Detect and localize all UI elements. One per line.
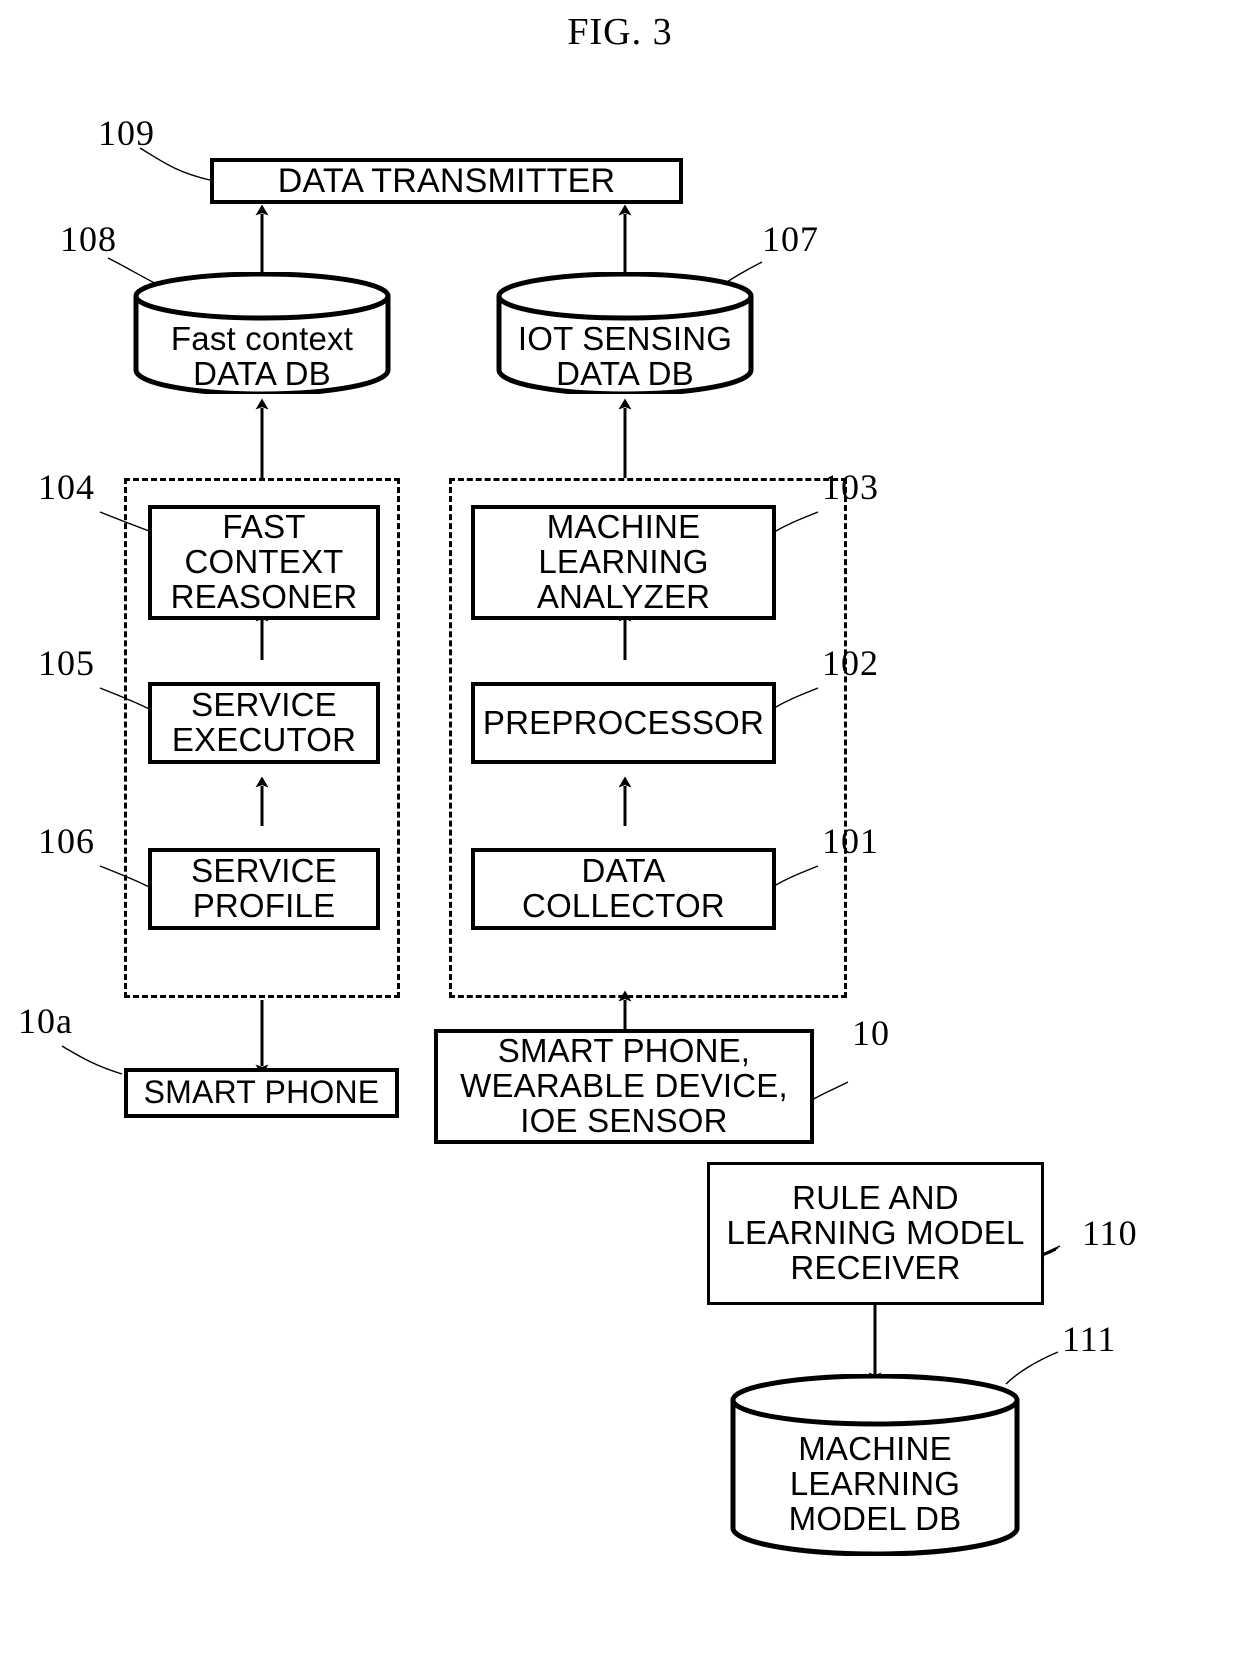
ref-103: 103 — [822, 467, 879, 507]
iot-sensing-data-db[interactable]: IOT SENSING DATA DB — [496, 272, 754, 394]
data-collector-box[interactable]: DATA COLLECTOR — [471, 848, 776, 930]
figure-title: FIG. 3 — [567, 11, 673, 53]
ref-10a: 10a — [18, 1001, 73, 1041]
iot-sensing-data-db-label: IOT SENSING DATA DB — [517, 320, 733, 392]
rule-and-learning-model-receiver-box[interactable]: RULE AND LEARNING MODEL RECEIVER — [707, 1162, 1044, 1305]
service-profile-label: SERVICE PROFILE — [191, 852, 337, 924]
ref-106: 106 — [38, 821, 95, 861]
service-profile-box[interactable]: SERVICE PROFILE — [148, 848, 380, 930]
ref-107: 107 — [762, 219, 819, 259]
ref-111: 111 — [1062, 1319, 1117, 1359]
ref-104: 104 — [38, 467, 95, 507]
smart-phone-box[interactable]: SMART PHONE — [124, 1068, 399, 1118]
fast-context-data-db[interactable]: Fast context DATA DB — [133, 272, 391, 394]
ref-10: 10 — [852, 1013, 890, 1053]
patent-figure-page: FIG. 3 DATA TRANSMITTER 109 Fast context… — [0, 0, 1240, 1665]
leader-10 — [811, 1081, 849, 1101]
ref-102: 102 — [822, 643, 879, 683]
smart-phone-wearable-ioe-label: SMART PHONE, WEARABLE DEVICE, IOE SENSOR — [460, 1032, 788, 1139]
data-transmitter-box[interactable]: DATA TRANSMITTER — [210, 158, 683, 204]
fast-context-reasoner-box[interactable]: FAST CONTEXT REASONER — [148, 505, 380, 620]
ref-101: 101 — [822, 821, 879, 861]
machine-learning-analyzer-label: MACHINE LEARNING ANALYZER — [536, 508, 711, 615]
machine-learning-analyzer-box[interactable]: MACHINE LEARNING ANALYZER — [471, 505, 776, 620]
smart-phone-label: SMART PHONE — [143, 1074, 380, 1111]
machine-learning-model-db-label: MACHINE LEARNING MODEL DB — [788, 1430, 962, 1537]
ref-108: 108 — [60, 219, 117, 259]
ref-105: 105 — [38, 643, 95, 683]
preprocessor-label: PREPROCESSOR — [482, 703, 765, 741]
fast-context-data-db-label: Fast context DATA DB — [170, 320, 354, 392]
data-collector-label: DATA COLLECTOR — [522, 852, 725, 924]
data-transmitter-label: DATA TRANSMITTER — [277, 161, 616, 200]
fast-context-reasoner-label: FAST CONTEXT REASONER — [170, 508, 358, 615]
machine-learning-model-db[interactable]: MACHINE LEARNING MODEL DB — [730, 1374, 1020, 1556]
leader-10a — [61, 1045, 123, 1075]
preprocessor-box[interactable]: PREPROCESSOR — [471, 682, 776, 764]
rule-and-learning-model-receiver-label: RULE AND LEARNING MODEL RECEIVER — [726, 1179, 1025, 1286]
ref-109: 109 — [98, 113, 155, 153]
smart-phone-wearable-ioe-box[interactable]: SMART PHONE, WEARABLE DEVICE, IOE SENSOR — [434, 1029, 814, 1144]
service-executor-box[interactable]: SERVICE EXECUTOR — [148, 682, 380, 764]
service-executor-label: SERVICE EXECUTOR — [171, 686, 357, 758]
ref-110: 110 — [1082, 1213, 1138, 1253]
